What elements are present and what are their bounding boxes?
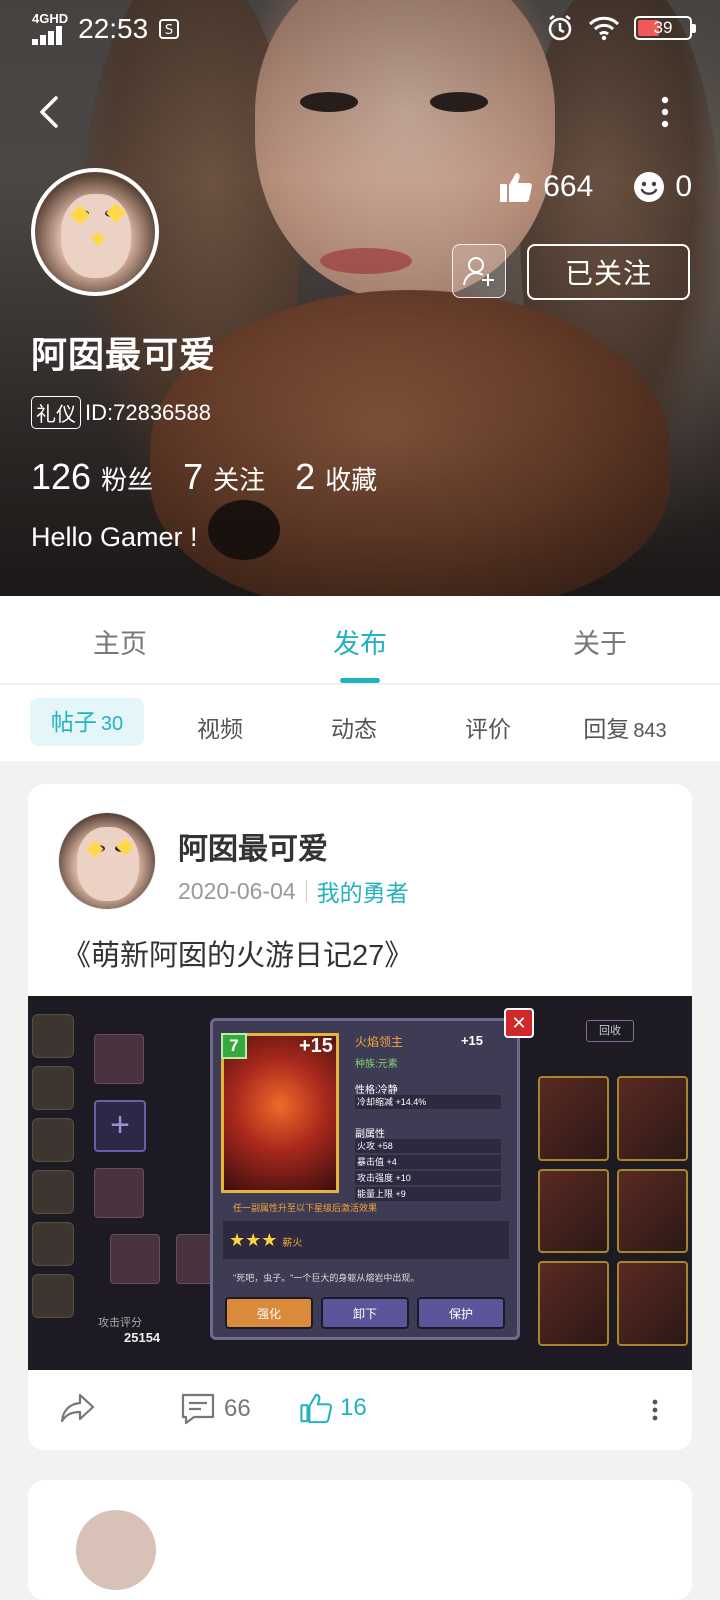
tab-indicator bbox=[340, 678, 380, 683]
post-card-next[interactable] bbox=[28, 1480, 692, 1600]
game-attack-value: 25154 bbox=[124, 1330, 161, 1345]
profile-nickname: 阿囡最可爱 bbox=[31, 334, 217, 375]
post-meta: 2020-06-04 我的勇者 bbox=[178, 874, 409, 908]
status-time: 22:53 bbox=[78, 12, 149, 44]
etiquette-badge: 礼仪 bbox=[31, 396, 81, 429]
more-vertical-icon[interactable] bbox=[650, 92, 680, 132]
alarm-icon bbox=[548, 15, 572, 41]
main-tabs: 主页 发布 关于 bbox=[0, 596, 720, 684]
share-icon bbox=[60, 1393, 95, 1423]
profile-id: ID:72836588 bbox=[85, 399, 211, 425]
tab-posts[interactable]: 发布 bbox=[300, 622, 420, 661]
hero-race: 种族:元素 bbox=[355, 1059, 398, 1070]
comment-count: 66 bbox=[224, 1395, 251, 1422]
sim-icon: S bbox=[159, 18, 180, 39]
profile-reactions: 664 0 bbox=[499, 170, 692, 204]
game-add-slot: + bbox=[94, 1100, 146, 1152]
game-hero-grid bbox=[538, 1076, 688, 1346]
svg-text:S: S bbox=[165, 23, 173, 38]
tab-about[interactable]: 关于 bbox=[540, 622, 660, 661]
game-close-icon: ✕ bbox=[504, 1008, 534, 1038]
like-button[interactable]: 16 bbox=[300, 1392, 367, 1424]
game-attack-label: 攻击评分 bbox=[98, 1317, 142, 1329]
add-friend-button[interactable] bbox=[452, 244, 506, 298]
post-image[interactable]: + 攻击评分 25154 回收 7 +15 火焰领主 +15 种族:元素 性格:… bbox=[28, 996, 692, 1370]
subtab-replies[interactable]: 回复 843 bbox=[570, 705, 680, 753]
smiles-counter[interactable]: 0 bbox=[633, 170, 692, 204]
profile-counts: 126 粉丝 7 关注 2 收藏 bbox=[31, 456, 377, 498]
likes-counter[interactable]: 664 bbox=[499, 170, 593, 204]
following-stat[interactable]: 7 关注 bbox=[183, 456, 265, 498]
hero-plus-right: +15 bbox=[460, 1033, 483, 1048]
hero-quote: "死吧，虫子。"一个巨大的身躯从熔岩中出现。 bbox=[233, 1273, 420, 1283]
hero-sub-3: 攻击强度 +10 bbox=[355, 1171, 501, 1185]
game-hero-panel: 7 +15 火焰领主 +15 种族:元素 性格:冷静 冷却缩减 +14.4% 副… bbox=[210, 1018, 520, 1340]
hero-note: 任一副属性升至以下星级后激活效果 bbox=[233, 1203, 378, 1213]
game-recycle: 回收 bbox=[586, 1020, 634, 1042]
subtab-threads[interactable]: 帖子 30 bbox=[30, 698, 144, 746]
thumbs-up-icon bbox=[300, 1393, 332, 1424]
post-author-name[interactable]: 阿囡最可爱 bbox=[178, 824, 328, 868]
next-post-avatar bbox=[76, 1510, 156, 1590]
hero-trait-detail: 冷却缩减 +14.4% bbox=[355, 1095, 501, 1109]
comment-icon bbox=[181, 1393, 215, 1425]
share-button[interactable] bbox=[60, 1392, 96, 1424]
hero-plus: +15 bbox=[299, 1035, 333, 1057]
game-unequip-button: 卸下 bbox=[321, 1297, 409, 1329]
hero-sub-title: 副属性 bbox=[355, 1129, 385, 1140]
network-indicator: 4GHD bbox=[32, 12, 68, 45]
like-count: 16 bbox=[340, 1394, 367, 1421]
battery-icon: 39 bbox=[634, 16, 696, 40]
profile-avatar[interactable] bbox=[31, 168, 159, 296]
game-side-menu bbox=[32, 1014, 74, 1344]
hero-sub-4: 能量上限 +9 bbox=[355, 1187, 501, 1201]
tab-home[interactable]: 主页 bbox=[60, 622, 180, 661]
game-enhance-button: 强化 bbox=[225, 1297, 313, 1329]
hero-sub-1: 火攻 +58 bbox=[355, 1139, 501, 1153]
post-card[interactable]: 阿囡最可爱 2020-06-04 我的勇者 《萌新阿囡的火游日记27》 + 攻击… bbox=[28, 784, 692, 1450]
post-category[interactable]: 我的勇者 bbox=[317, 874, 409, 908]
meta-divider bbox=[305, 880, 307, 902]
favorites-stat[interactable]: 2 收藏 bbox=[295, 456, 377, 498]
subtab-videos[interactable]: 视频 bbox=[170, 705, 270, 753]
subtab-reviews[interactable]: 评价 bbox=[438, 705, 538, 753]
sub-tabs: 帖子 30 视频 动态 评价 回复 843 bbox=[0, 685, 720, 761]
hero-trait: 性格:冷静 bbox=[355, 1085, 398, 1096]
wifi-icon bbox=[588, 16, 620, 41]
post-title[interactable]: 《萌新阿囡的火游日记27》 bbox=[62, 932, 413, 974]
comment-button[interactable]: 66 bbox=[180, 1392, 251, 1426]
signal-icon bbox=[32, 25, 68, 45]
profile-id-line: 礼仪 ID:72836588 bbox=[31, 396, 211, 429]
more-vertical-icon[interactable] bbox=[640, 1398, 670, 1422]
post-actions: 66 16 bbox=[28, 1370, 692, 1450]
fans-stat[interactable]: 126 粉丝 bbox=[31, 456, 153, 498]
hero-sub-2: 暴击值 +4 bbox=[355, 1155, 501, 1169]
hero-stars: ★★★ 薪火 bbox=[223, 1221, 509, 1259]
add-user-icon bbox=[463, 257, 494, 286]
subtab-moments[interactable]: 动态 bbox=[304, 705, 404, 753]
post-author-avatar[interactable] bbox=[58, 812, 156, 910]
game-protect-button: 保护 bbox=[417, 1297, 505, 1329]
hero-name: 火焰领主 bbox=[355, 1035, 404, 1049]
follow-button[interactable]: 已关注 bbox=[527, 244, 690, 300]
profile-bio: Hello Gamer ! bbox=[31, 522, 198, 552]
back-icon[interactable] bbox=[30, 92, 70, 132]
post-date: 2020-06-04 bbox=[178, 877, 296, 904]
thumbs-up-icon bbox=[500, 173, 533, 202]
hero-level: 7 bbox=[221, 1033, 247, 1059]
status-bar: 4GHD 22:53 S 39 bbox=[0, 0, 720, 56]
smile-icon bbox=[634, 172, 665, 202]
